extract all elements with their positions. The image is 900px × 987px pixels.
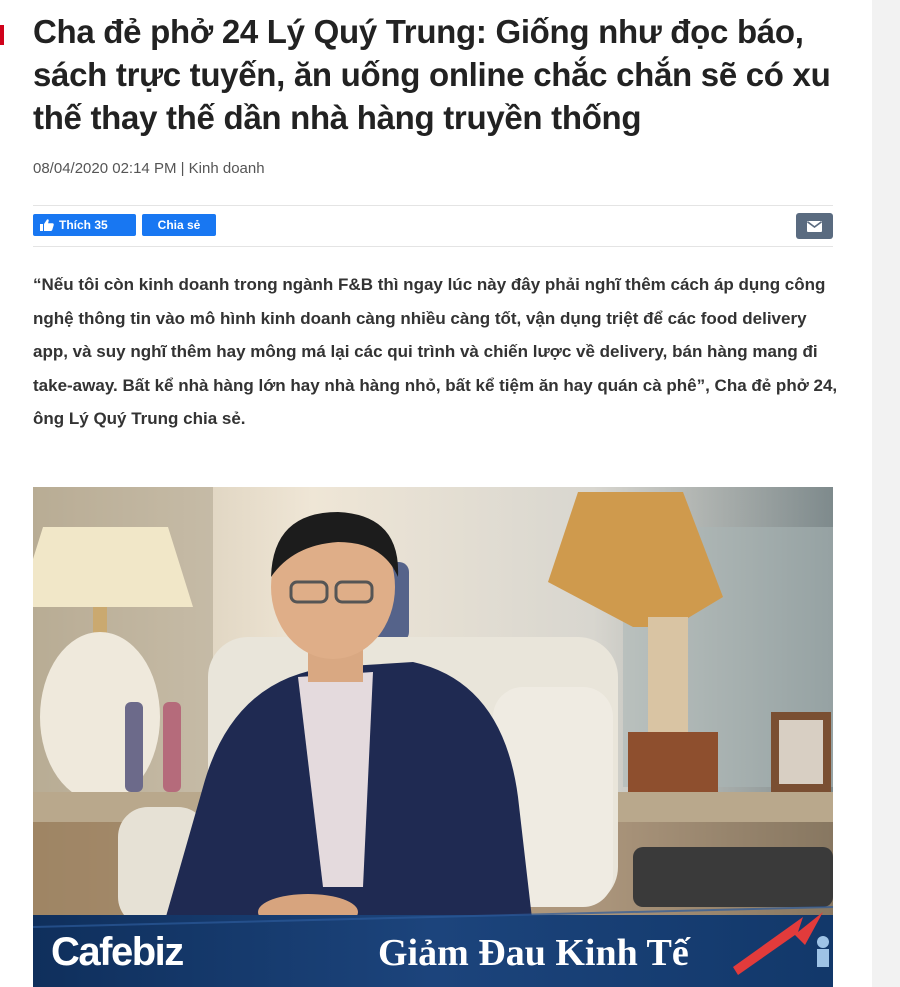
share-label: Chia sẻ	[157, 218, 201, 232]
portrait-photo-illustration	[33, 487, 833, 987]
article-photo[interactable]: Cafebiz Giảm Đau Kinh Tế	[33, 487, 833, 987]
share-bar: Thích 35 Chia sẻ	[33, 205, 833, 247]
article-page: Cha đẻ phở 24 Lý Quý Trung: Giống như đọ…	[0, 0, 900, 987]
title-marker	[0, 25, 4, 45]
banner-slogan: Giảm Đau Kinh Tế	[378, 932, 689, 974]
page-gutter	[872, 0, 900, 987]
article-sapo: “Nếu tôi còn kinh doanh trong ngành F&B …	[33, 275, 838, 428]
facebook-like-button[interactable]: Thích 35	[33, 214, 136, 236]
mail-icon	[807, 220, 822, 232]
thumbs-up-icon	[40, 219, 54, 231]
article-meta: 08/04/2020 02:14 PM | Kinh doanh	[33, 160, 265, 177]
article-title: Cha đẻ phở 24 Lý Quý Trung: Giống như đọ…	[33, 13, 831, 136]
email-share-button[interactable]	[796, 213, 833, 239]
cafebiz-logo: Cafebiz	[51, 930, 184, 974]
facebook-share-button[interactable]: Chia sẻ	[142, 214, 216, 236]
like-label: Thích 35	[59, 218, 108, 232]
